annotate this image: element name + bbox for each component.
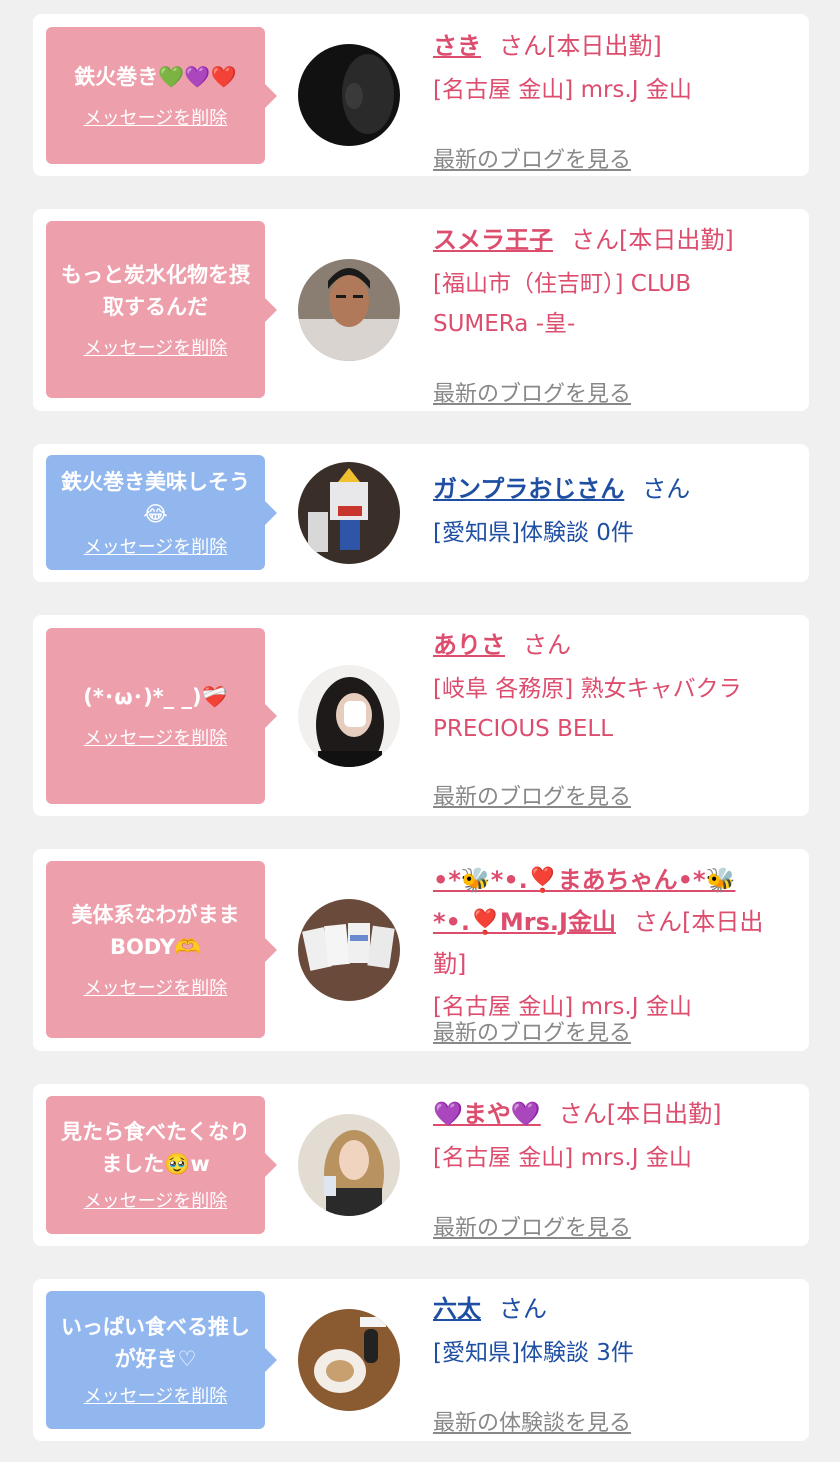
name-line: スメラ王子 さん[本日出勤] bbox=[433, 220, 795, 260]
honorific: さん bbox=[523, 631, 571, 659]
delete-message-link[interactable]: メッセージを削除 bbox=[84, 1385, 228, 1409]
profile-name-link[interactable]: ありさ bbox=[433, 631, 505, 659]
delete-message-link[interactable]: メッセージを削除 bbox=[84, 1190, 228, 1214]
shop-name: [岐阜 各務原] 熟女キャバクラ PRECIOUS BELL bbox=[433, 676, 742, 742]
honorific: さん[本日出勤] bbox=[558, 1100, 722, 1128]
avatar[interactable] bbox=[298, 259, 400, 361]
honorific: さん[本日出勤] bbox=[571, 226, 734, 254]
name-line: 六太 さん bbox=[433, 1289, 795, 1329]
latest-experience-link[interactable]: 最新の体験談を見る bbox=[433, 1405, 631, 1437]
profile-name-link[interactable]: スメラ王子 bbox=[433, 226, 553, 254]
message-text: 鉄火巻き💚💜❤️ bbox=[74, 64, 237, 89]
favorite-card: いっぱい食べる推しが好き♡ メッセージを削除 六太 さん [愛知県]体験談 3件 … bbox=[33, 1279, 809, 1441]
favorite-card: 鉄火巻き💚💜❤️ メッセージを削除 さき さん[本日出勤] [名古屋 金山] mr… bbox=[33, 14, 809, 176]
message-bubble: 見たら食べたくなりました🥹w メッセージを削除 bbox=[46, 1096, 277, 1234]
message-text: 美体系なわがままBODY🫶 bbox=[71, 902, 240, 959]
profile-name-link[interactable]: さき bbox=[433, 32, 481, 60]
name-line: •*🐝*•.❣️まあちゃん•*🐝*•.❣️Mrs.J金山 さん[本日出勤] bbox=[433, 859, 793, 985]
avatar[interactable] bbox=[298, 1309, 400, 1411]
experience-count: [愛知県]体験談 3件 bbox=[433, 1340, 634, 1366]
shop-name: [名古屋 金山] mrs.J 金山 bbox=[433, 1145, 692, 1171]
name-line: 💜まや💜 さん[本日出勤] bbox=[433, 1094, 795, 1134]
honorific: さん[本日出勤] bbox=[499, 32, 662, 60]
favorite-card: 美体系なわがままBODY🫶 メッセージを削除 •*🐝*•.❣️まあちゃん•*🐝*… bbox=[33, 849, 809, 1051]
honorific: さん bbox=[499, 1295, 547, 1323]
profile-name-link[interactable]: 六太 bbox=[433, 1295, 481, 1323]
avatar[interactable] bbox=[298, 462, 400, 564]
delete-message-link[interactable]: メッセージを削除 bbox=[84, 536, 228, 560]
avatar[interactable] bbox=[298, 665, 400, 767]
experience-count: [愛知県]体験談 0件 bbox=[433, 520, 634, 546]
profile-info: •*🐝*•.❣️まあちゃん•*🐝*•.❣️Mrs.J金山 さん[本日出勤] [名古… bbox=[433, 859, 795, 1046]
delete-message-link[interactable]: メッセージを削除 bbox=[84, 977, 228, 1001]
delete-message-link[interactable]: メッセージを削除 bbox=[84, 727, 228, 751]
message-text: 鉄火巻き美味しそう😂 bbox=[61, 469, 250, 526]
avatar[interactable] bbox=[298, 899, 400, 1001]
profile-info: ガンプラおじさん さん [愛知県]体験談 0件 bbox=[433, 469, 795, 553]
avatar[interactable] bbox=[298, 1114, 400, 1216]
honorific: さん bbox=[642, 475, 691, 503]
name-line: さき さん[本日出勤] bbox=[433, 26, 795, 66]
latest-blog-link[interactable]: 最新のブログを見る bbox=[433, 376, 631, 408]
message-text: (*･ω･)*_ _)❤️‍🩹 bbox=[83, 685, 228, 709]
delete-message-link[interactable]: メッセージを削除 bbox=[84, 337, 228, 361]
profile-info: さき さん[本日出勤] [名古屋 金山] mrs.J 金山 最新のブログを見る bbox=[433, 26, 795, 173]
latest-blog-link[interactable]: 最新のブログを見る bbox=[433, 142, 631, 174]
profile-info: 💜まや💜 さん[本日出勤] [名古屋 金山] mrs.J 金山 最新のブログを見る bbox=[433, 1094, 795, 1241]
latest-blog-link[interactable]: 最新のブログを見る bbox=[433, 779, 631, 811]
message-bubble: (*･ω･)*_ _)❤️‍🩹 メッセージを削除 bbox=[46, 628, 277, 804]
favorite-card: (*･ω･)*_ _)❤️‍🩹 メッセージを削除 ありさ さん [岐阜 各務原] … bbox=[33, 615, 809, 816]
shop-name: [福山市（住吉町）] CLUB SUMERa -皇- bbox=[433, 271, 692, 337]
message-bubble: もっと炭水化物を摂取するんだ メッセージを削除 bbox=[46, 221, 277, 398]
message-text: いっぱい食べる推しが好き♡ bbox=[61, 1315, 250, 1371]
profile-info: ありさ さん [岐阜 各務原] 熟女キャバクラ PRECIOUS BELL 最新の… bbox=[433, 625, 795, 810]
message-bubble: 鉄火巻き💚💜❤️ メッセージを削除 bbox=[46, 27, 277, 164]
name-line: ありさ さん bbox=[433, 625, 795, 665]
favorite-card: もっと炭水化物を摂取するんだ メッセージを削除 スメラ王子 さん[本日出勤] [福… bbox=[33, 209, 809, 411]
message-bubble: 美体系なわがままBODY🫶 メッセージを削除 bbox=[46, 861, 277, 1038]
message-bubble: いっぱい食べる推しが好き♡ メッセージを削除 bbox=[46, 1291, 277, 1429]
latest-blog-link[interactable]: 最新のブログを見る bbox=[433, 1015, 631, 1047]
profile-name-link[interactable]: ガンプラおじさん bbox=[433, 475, 624, 503]
message-text: 見たら食べたくなりました🥹w bbox=[61, 1120, 250, 1176]
message-text: もっと炭水化物を摂取するんだ bbox=[61, 262, 250, 319]
name-line: ガンプラおじさん さん bbox=[433, 469, 795, 509]
shop-name: [名古屋 金山] mrs.J 金山 bbox=[433, 77, 692, 103]
latest-blog-link[interactable]: 最新のブログを見る bbox=[433, 1210, 631, 1242]
message-bubble: 鉄火巻き美味しそう😂 メッセージを削除 bbox=[46, 455, 277, 570]
delete-message-link[interactable]: メッセージを削除 bbox=[84, 107, 228, 131]
favorite-card: 鉄火巻き美味しそう😂 メッセージを削除 ガンプラおじさん さん [愛知県]体験談 … bbox=[33, 444, 809, 582]
avatar[interactable] bbox=[298, 44, 400, 146]
favorite-card: 見たら食べたくなりました🥹w メッセージを削除 💜まや💜 さん[本日出勤] [名古… bbox=[33, 1084, 809, 1246]
profile-info: スメラ王子 さん[本日出勤] [福山市（住吉町）] CLUB SUMERa -皇-… bbox=[433, 220, 795, 407]
profile-info: 六太 さん [愛知県]体験談 3件 最新の体験談を見る bbox=[433, 1289, 795, 1436]
profile-name-link[interactable]: 💜まや💜 bbox=[433, 1100, 541, 1128]
